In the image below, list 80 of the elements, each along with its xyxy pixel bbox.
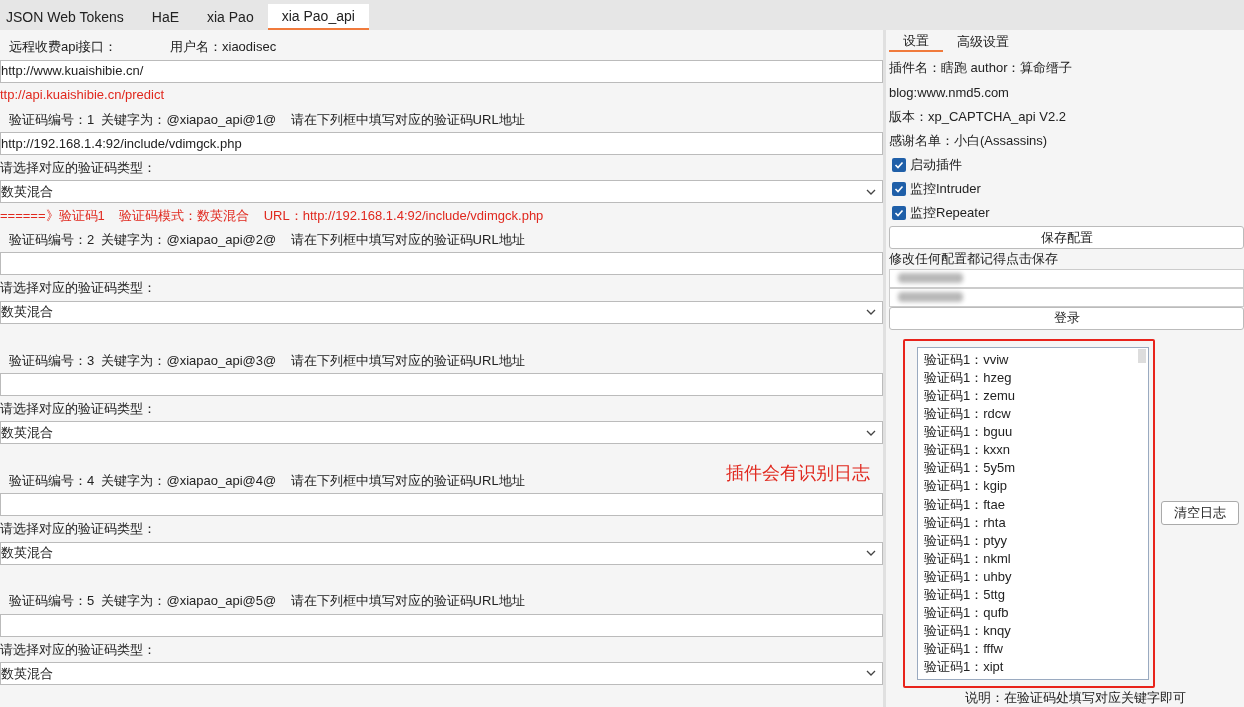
label: 验证码编号：1 关键字为：@xiapao_api@1@ 请在下列框中填写对应的验证码URL地址: [8, 110, 525, 129]
label: 请选择对应的验证码类型：: [0, 640, 156, 659]
log-entry: 验证码1：qufb: [924, 604, 1009, 623]
label: 请选择对应的验证码类型：: [0, 520, 156, 539]
annotation-text: 插件会有识别日志: [726, 462, 870, 485]
label: 验证码编号：2 关键字为：@xiapao_api@2@ 请在下列框中填写对应的验证码URL地址: [8, 231, 525, 250]
label: 请选择对应的验证码类型：: [0, 279, 156, 298]
dropdown-value: 数英混合: [1, 664, 53, 683]
label: 用户名：xiaodisec: [170, 38, 277, 57]
dropdown-value: 数英混合: [1, 544, 53, 563]
label: 验证码编号：4 关键字为：@xiapao_api@4@ 请在下列框中填写对应的验证码URL地址: [8, 472, 525, 490]
label: 验证码编号：5 关键字为：@xiapao_api@5@ 请在下列框中填写对应的验证码URL地址: [8, 592, 525, 611]
log-entry: 验证码1：rdcw: [924, 405, 1011, 424]
clear-log-button[interactable]: 清空日志: [1161, 501, 1239, 525]
scrollbar-thumb[interactable]: [1138, 348, 1146, 363]
checkbox[interactable]: [892, 182, 906, 197]
save-button[interactable]: 保存配置: [889, 226, 1244, 250]
tab[interactable]: 设置: [889, 32, 943, 52]
log-entry: 验证码1：hzeg: [924, 368, 1012, 387]
dropdown[interactable]: 数英混合: [0, 300, 883, 324]
log-entry: 验证码1：nkml: [924, 549, 1011, 568]
hint-text: 修改任何配置都记得点击保存: [889, 250, 1058, 269]
checkbox-label: 监控Intruder: [910, 180, 981, 199]
api-url: ttp://api.kuaishibie.cn/predict: [0, 86, 165, 105]
check-icon: [894, 208, 904, 219]
log-entry: 验证码1：knqy: [924, 622, 1011, 641]
tab[interactable]: 高级设置: [943, 32, 1023, 52]
log-entry: 验证码1：vviw: [924, 350, 1009, 369]
log-entry: 验证码1：rhta: [924, 513, 1006, 532]
dropdown[interactable]: 数英混合: [0, 421, 883, 445]
log-entry: 验证码1：uhby: [924, 567, 1012, 586]
log-entry: 验证码1：bguu: [924, 423, 1013, 442]
log-entry: 验证码1：fffw: [924, 640, 1003, 659]
log-entry: 验证码1：5y5m: [924, 459, 1016, 478]
chevron-down-icon: [866, 309, 876, 316]
log-entry: 验证码1：xipt: [924, 658, 1004, 677]
checkbox-label: 启动插件: [910, 156, 962, 175]
chevron-down-icon: [866, 550, 876, 556]
info-text: 感谢名单：小白(Assassins): [889, 131, 1048, 150]
tab[interactable]: xia Pao_api: [267, 4, 369, 30]
chevron-down-icon: [866, 429, 876, 436]
log-entry: 验证码1：zemu: [924, 387, 1016, 405]
label: 请选择对应的验证码类型：: [0, 399, 156, 418]
chevron-down-icon: [866, 670, 876, 677]
check-icon: [894, 184, 904, 195]
input-field[interactable]: [0, 252, 883, 276]
info-text: blog:www.nmd5.com: [889, 83, 1009, 102]
checkbox[interactable]: [892, 206, 906, 221]
dropdown[interactable]: 数英混合: [0, 541, 883, 565]
label: 请选择对应的验证码类型：: [0, 158, 156, 177]
tab[interactable]: HaE: [137, 4, 193, 30]
chevron-down-icon: [866, 188, 876, 195]
label: 验证码编号：3 关键字为：@xiapao_api@3@ 请在下列框中填写对应的验证码URL地址: [8, 351, 525, 370]
login-button[interactable]: 登录: [889, 306, 1244, 330]
log-entry: 验证码1：5ttg: [924, 586, 1005, 604]
info-text: 插件名：瞎跑 author：算命缙子: [889, 59, 1073, 78]
dropdown[interactable]: 数英混合: [0, 180, 883, 204]
dropdown-value: 数英混合: [1, 423, 53, 442]
log-entry: 验证码1：ptyy: [924, 531, 1008, 550]
info-text: 版本：xp_CAPTCHA_api V2.2: [889, 107, 1066, 126]
tab[interactable]: xia Pao: [193, 4, 268, 30]
log-message: ======》验证码1 验证码模式：数英混合 URL：http://192.168.1.4:92/include/vdimgck.php: [0, 206, 544, 225]
dropdown-value: 数英混合: [1, 303, 53, 322]
tab[interactable]: JSON Web Tokens: [0, 4, 138, 30]
check-icon: [894, 159, 904, 170]
log-entry: 验证码1：kxxn: [924, 441, 1010, 460]
checkbox-label: 监控Repeater: [910, 204, 990, 223]
log-entry: 验证码1：kgip: [924, 477, 1008, 496]
input-field[interactable]: [0, 372, 883, 396]
input-field[interactable]: [0, 493, 883, 517]
input-field[interactable]: http://www.kuaishibie.cn/: [0, 59, 883, 83]
input-field[interactable]: [889, 268, 1244, 288]
input-field[interactable]: http://192.168.1.4:92/include/vdimgck.php: [0, 131, 883, 155]
input-field[interactable]: [0, 613, 883, 637]
label: 远程收费api接口：: [8, 38, 119, 57]
dropdown[interactable]: 数英混合: [0, 662, 883, 685]
dropdown-value: 数英混合: [1, 182, 53, 201]
log-entry: 验证码1：ftae: [924, 495, 1005, 514]
note-text: 说明：在验证码处填写对应关键字即可: [965, 689, 1186, 705]
checkbox[interactable]: [892, 157, 906, 172]
